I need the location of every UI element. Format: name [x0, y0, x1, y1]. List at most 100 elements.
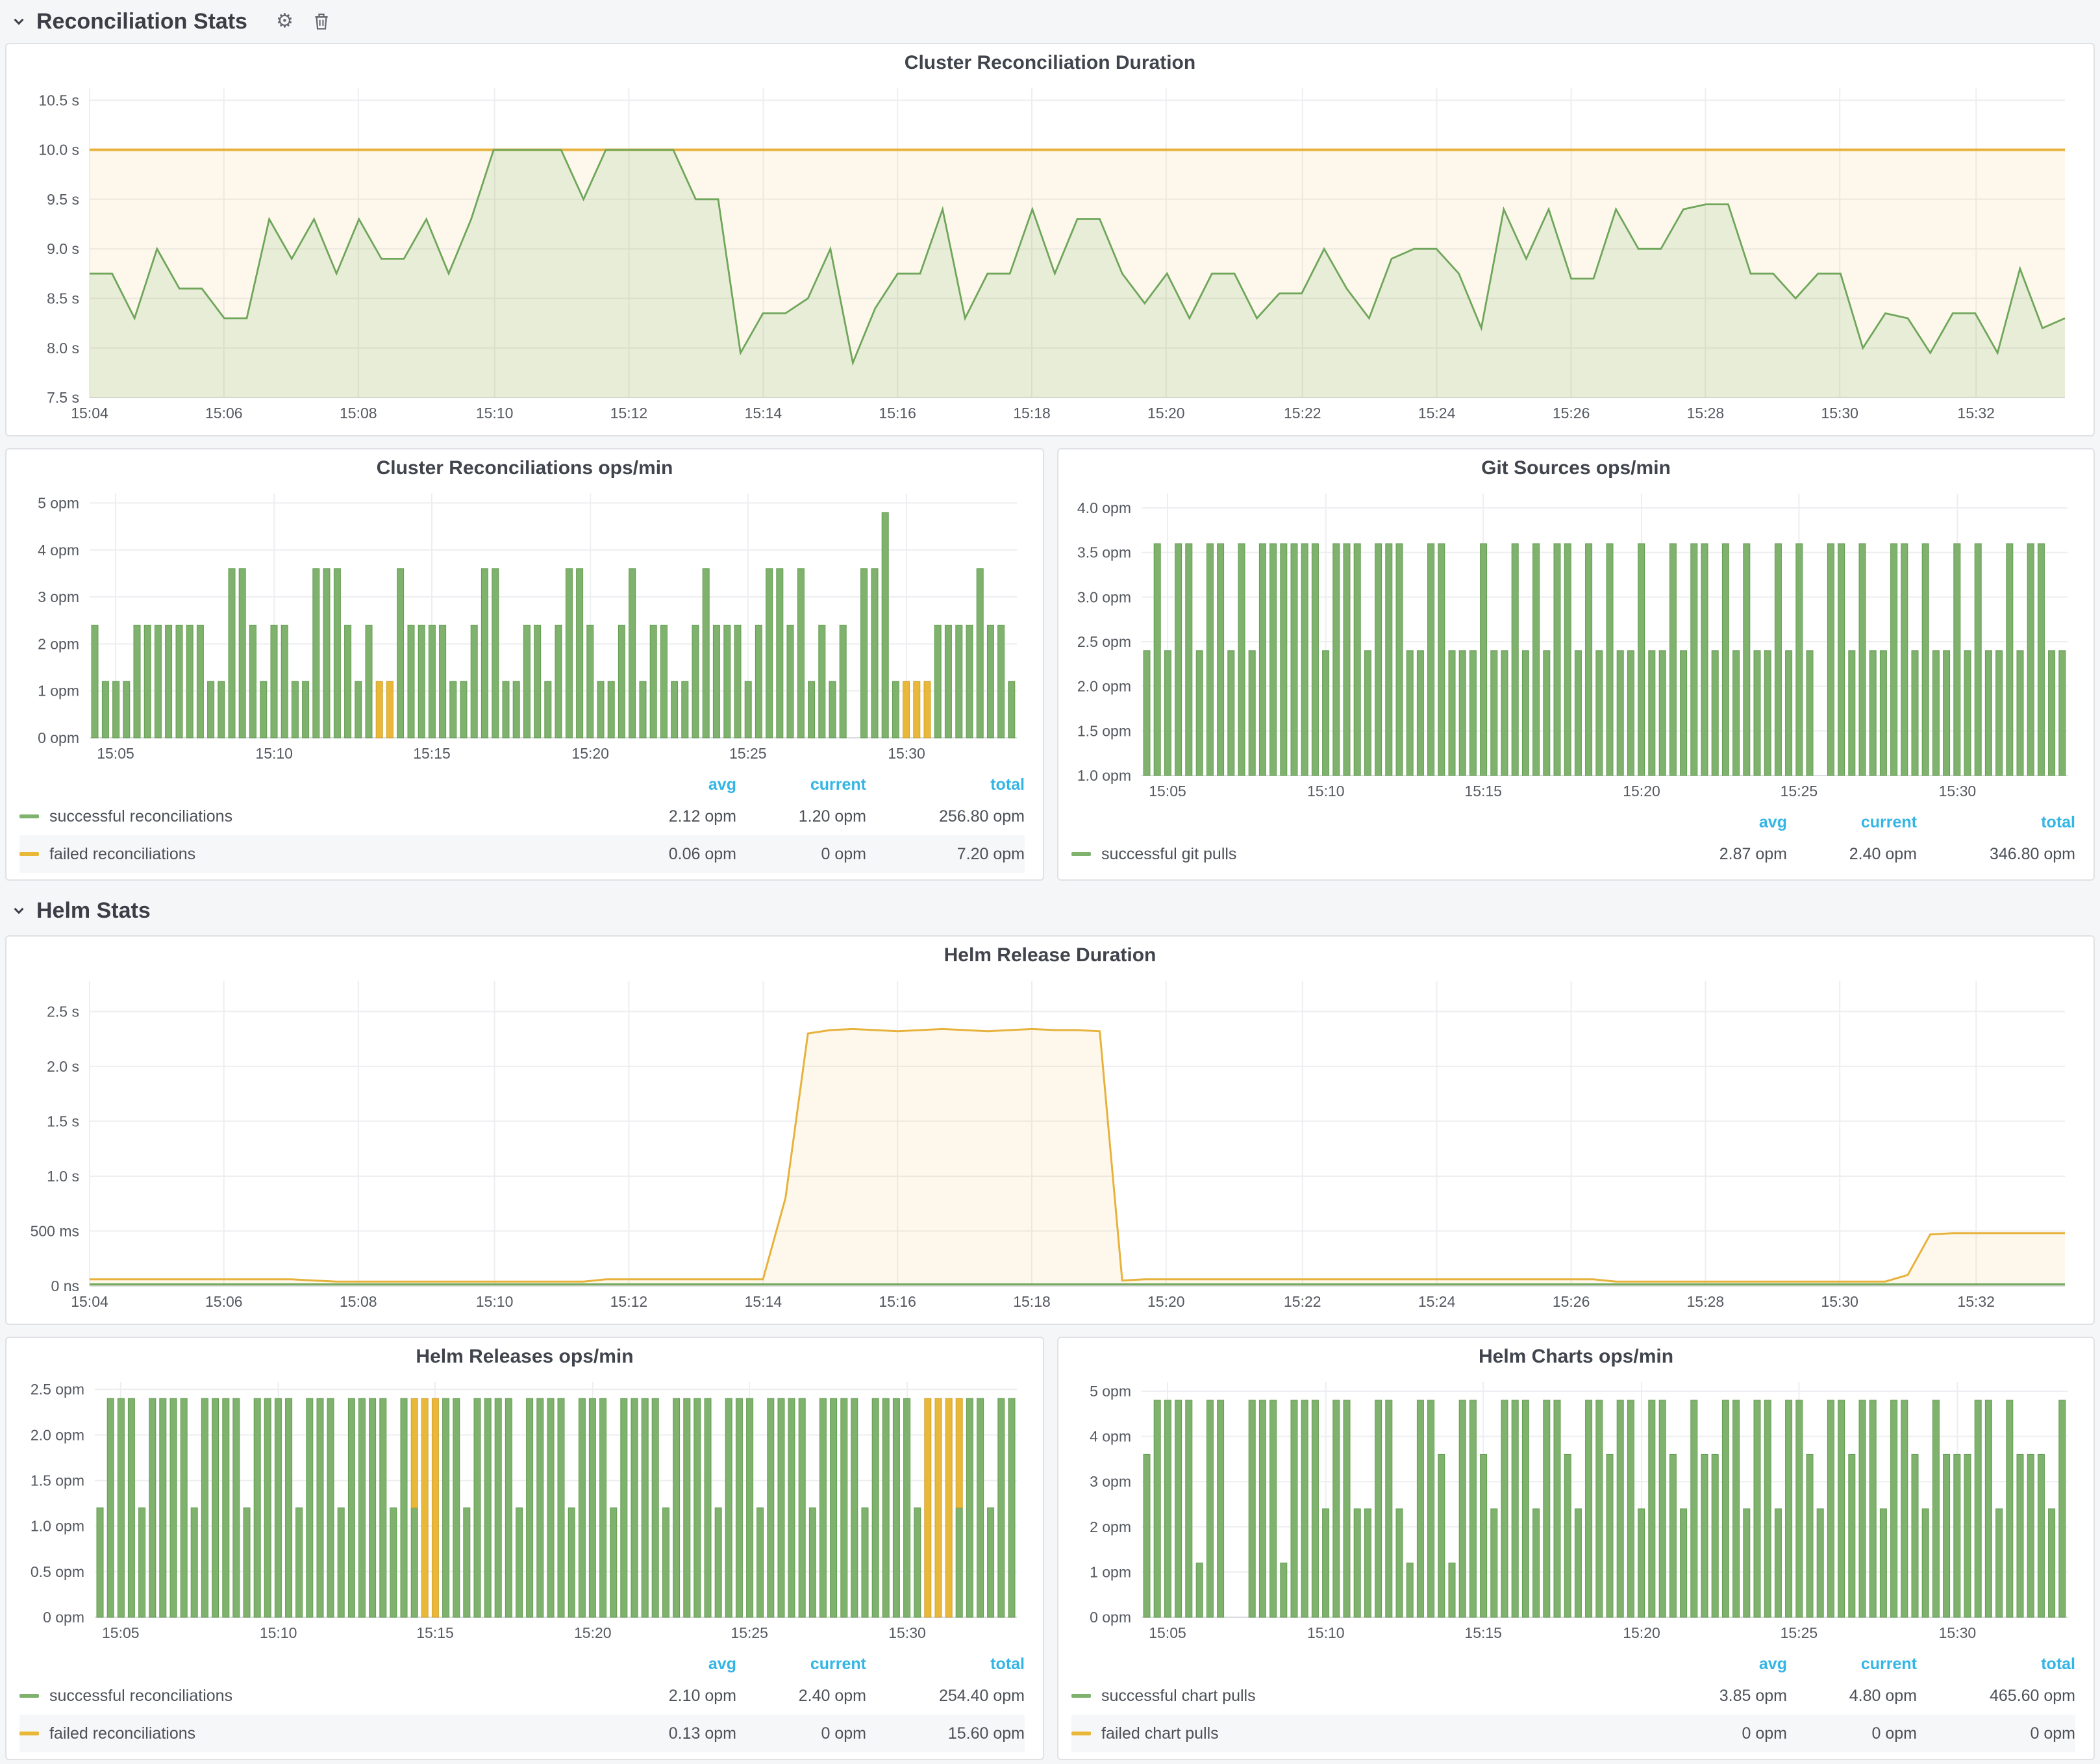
svg-text:15:15: 15:15	[1464, 1624, 1502, 1641]
legend-sort-avg[interactable]: avg	[606, 775, 736, 794]
svg-text:2 opm: 2 opm	[38, 635, 79, 652]
svg-text:2.5 s: 2.5 s	[47, 1003, 79, 1020]
svg-text:8.5 s: 8.5 s	[47, 290, 79, 307]
panel-helm-releases-opm: Helm Releases ops/min 15:0515:1015:1515:…	[5, 1337, 1044, 1760]
svg-text:15:06: 15:06	[205, 1293, 243, 1310]
series-toggle[interactable]: successful reconciliations	[19, 807, 606, 826]
svg-text:15:20: 15:20	[574, 1624, 612, 1641]
legend-header-row: avg current total	[19, 1651, 1025, 1677]
series-color-dash	[1071, 1732, 1091, 1735]
legend-avg-value: 2.87 opm	[1657, 845, 1787, 864]
dashboard: Reconciliation Stats ⚙ Cluster Reconcili…	[0, 0, 2100, 1760]
legend-row-successful: successful reconciliations 2.10 opm 2.40…	[19, 1677, 1025, 1715]
panel-title[interactable]: Cluster Reconciliation Duration	[14, 48, 2086, 78]
legend-sort-avg[interactable]: avg	[606, 1655, 736, 1674]
series-toggle[interactable]: failed reconciliations	[19, 845, 606, 864]
svg-text:15:25: 15:25	[729, 745, 767, 762]
chevron-down-icon[interactable]	[12, 903, 26, 918]
svg-text:15:30: 15:30	[888, 1624, 926, 1641]
helm-release-duration-chart[interactable]: 15:0415:0615:0815:1015:1215:1415:1615:18…	[14, 970, 2086, 1317]
panel-title[interactable]: Helm Release Duration	[14, 940, 2086, 970]
svg-text:1.5 s: 1.5 s	[47, 1113, 79, 1129]
legend-sort-total[interactable]: total	[866, 1655, 1025, 1674]
panel-title[interactable]: Helm Releases ops/min	[14, 1342, 1035, 1372]
series-label: successful reconciliations	[49, 807, 232, 826]
legend-sort-current[interactable]: current	[736, 1655, 866, 1674]
legend-avg-value: 3.85 opm	[1657, 1687, 1787, 1706]
svg-text:5 opm: 5 opm	[1090, 1383, 1131, 1400]
svg-text:0 opm: 0 opm	[1090, 1609, 1131, 1626]
helm-charts-opm-chart[interactable]: 15:0515:1015:1515:2015:2515:305 opm4 opm…	[1066, 1372, 2086, 1648]
series-color-dash	[1071, 1694, 1091, 1698]
git-sources-opm-chart[interactable]: 15:0515:1015:1515:2015:2515:304.0 opm3.5…	[1066, 483, 2086, 807]
svg-text:5 opm: 5 opm	[38, 494, 79, 511]
legend-avg-value: 0 opm	[1657, 1724, 1787, 1743]
svg-text:15:30: 15:30	[888, 745, 925, 762]
svg-text:15:08: 15:08	[340, 405, 377, 422]
legend-sort-total[interactable]: total	[1917, 813, 2075, 832]
svg-text:4 opm: 4 opm	[1090, 1428, 1131, 1445]
svg-text:0.5 opm: 0.5 opm	[31, 1563, 84, 1580]
svg-text:15:05: 15:05	[1149, 783, 1186, 800]
svg-text:15:05: 15:05	[102, 1624, 140, 1641]
svg-text:3 opm: 3 opm	[1090, 1473, 1131, 1490]
cluster-reconciliation-duration-chart[interactable]: 15:0415:0615:0815:1015:1215:1415:1615:18…	[14, 78, 2086, 429]
legend-sort-avg[interactable]: avg	[1657, 1655, 1787, 1674]
panel-cluster-reconciliation-duration: Cluster Reconciliation Duration 15:0415:…	[5, 43, 2095, 436]
svg-text:15:15: 15:15	[413, 745, 451, 762]
legend-total-value: 15.60 opm	[866, 1724, 1025, 1743]
gear-icon[interactable]: ⚙	[276, 12, 294, 31]
panel-title[interactable]: Cluster Reconciliations ops/min	[14, 453, 1035, 483]
panel-git-sources-opm: Git Sources ops/min 15:0515:1015:1515:20…	[1057, 448, 2095, 881]
series-label: successful chart pulls	[1101, 1687, 1256, 1706]
legend: avg current total successful git pulls 2…	[1066, 807, 2086, 873]
cluster-reconciliations-opm-chart[interactable]: 15:0515:1015:1515:2015:2515:305 opm4 opm…	[14, 483, 1035, 769]
svg-text:15:20: 15:20	[1623, 783, 1660, 800]
panel-title[interactable]: Git Sources ops/min	[1066, 453, 2086, 483]
svg-text:0 opm: 0 opm	[43, 1609, 84, 1626]
series-label: successful git pulls	[1101, 845, 1236, 864]
series-color-dash	[19, 1732, 39, 1735]
series-toggle[interactable]: successful git pulls	[1071, 845, 1657, 864]
svg-text:4 opm: 4 opm	[38, 542, 79, 559]
svg-text:15:06: 15:06	[205, 405, 243, 422]
svg-text:10.0 s: 10.0 s	[38, 142, 79, 158]
svg-text:2.0 s: 2.0 s	[47, 1058, 79, 1075]
trash-icon[interactable]	[313, 12, 330, 31]
svg-text:15:26: 15:26	[1553, 1293, 1590, 1310]
legend: avg current total successful reconciliat…	[14, 1648, 1035, 1752]
legend-sort-total[interactable]: total	[866, 775, 1025, 794]
legend-total-value: 465.60 opm	[1917, 1687, 2075, 1706]
series-color-dash	[19, 852, 39, 856]
svg-text:1 opm: 1 opm	[38, 683, 79, 699]
legend-avg-value: 2.10 opm	[606, 1687, 736, 1706]
series-toggle[interactable]: successful reconciliations	[19, 1687, 606, 1706]
svg-text:8.0 s: 8.0 s	[47, 340, 79, 357]
legend-sort-current[interactable]: current	[736, 775, 866, 794]
svg-text:10.5 s: 10.5 s	[38, 92, 79, 108]
legend-sort-current[interactable]: current	[1787, 1655, 1917, 1674]
series-color-dash	[1071, 852, 1091, 856]
legend-header-row: avg current total	[1071, 809, 2075, 835]
section-header-helm-stats[interactable]: Helm Stats	[0, 881, 2100, 935]
svg-text:15:20: 15:20	[1623, 1624, 1660, 1641]
svg-text:15:10: 15:10	[476, 1293, 514, 1310]
svg-text:15:20: 15:20	[571, 745, 609, 762]
legend-current-value: 0 opm	[736, 1724, 866, 1743]
series-toggle[interactable]: successful chart pulls	[1071, 1687, 1657, 1706]
series-toggle[interactable]: failed chart pulls	[1071, 1724, 1657, 1743]
svg-text:15:10: 15:10	[476, 405, 514, 422]
series-toggle[interactable]: failed reconciliations	[19, 1724, 606, 1743]
svg-text:15:25: 15:25	[731, 1624, 768, 1641]
legend-sort-current[interactable]: current	[1787, 813, 1917, 832]
section-header-reconciliation-stats[interactable]: Reconciliation Stats ⚙	[0, 0, 2100, 43]
legend-sort-total[interactable]: total	[1917, 1655, 2075, 1674]
legend-sort-avg[interactable]: avg	[1657, 813, 1787, 832]
section-title: Reconciliation Stats	[36, 9, 247, 34]
svg-text:15:18: 15:18	[1013, 1293, 1051, 1310]
panel-title[interactable]: Helm Charts ops/min	[1066, 1342, 2086, 1372]
helm-releases-opm-chart[interactable]: 15:0515:1015:1515:2015:2515:302.5 opm2.0…	[14, 1372, 1035, 1648]
chevron-down-icon[interactable]	[12, 14, 26, 29]
svg-text:15:24: 15:24	[1418, 405, 1456, 422]
legend-row-failed: failed reconciliations 0.06 opm 0 opm 7.…	[19, 835, 1025, 873]
